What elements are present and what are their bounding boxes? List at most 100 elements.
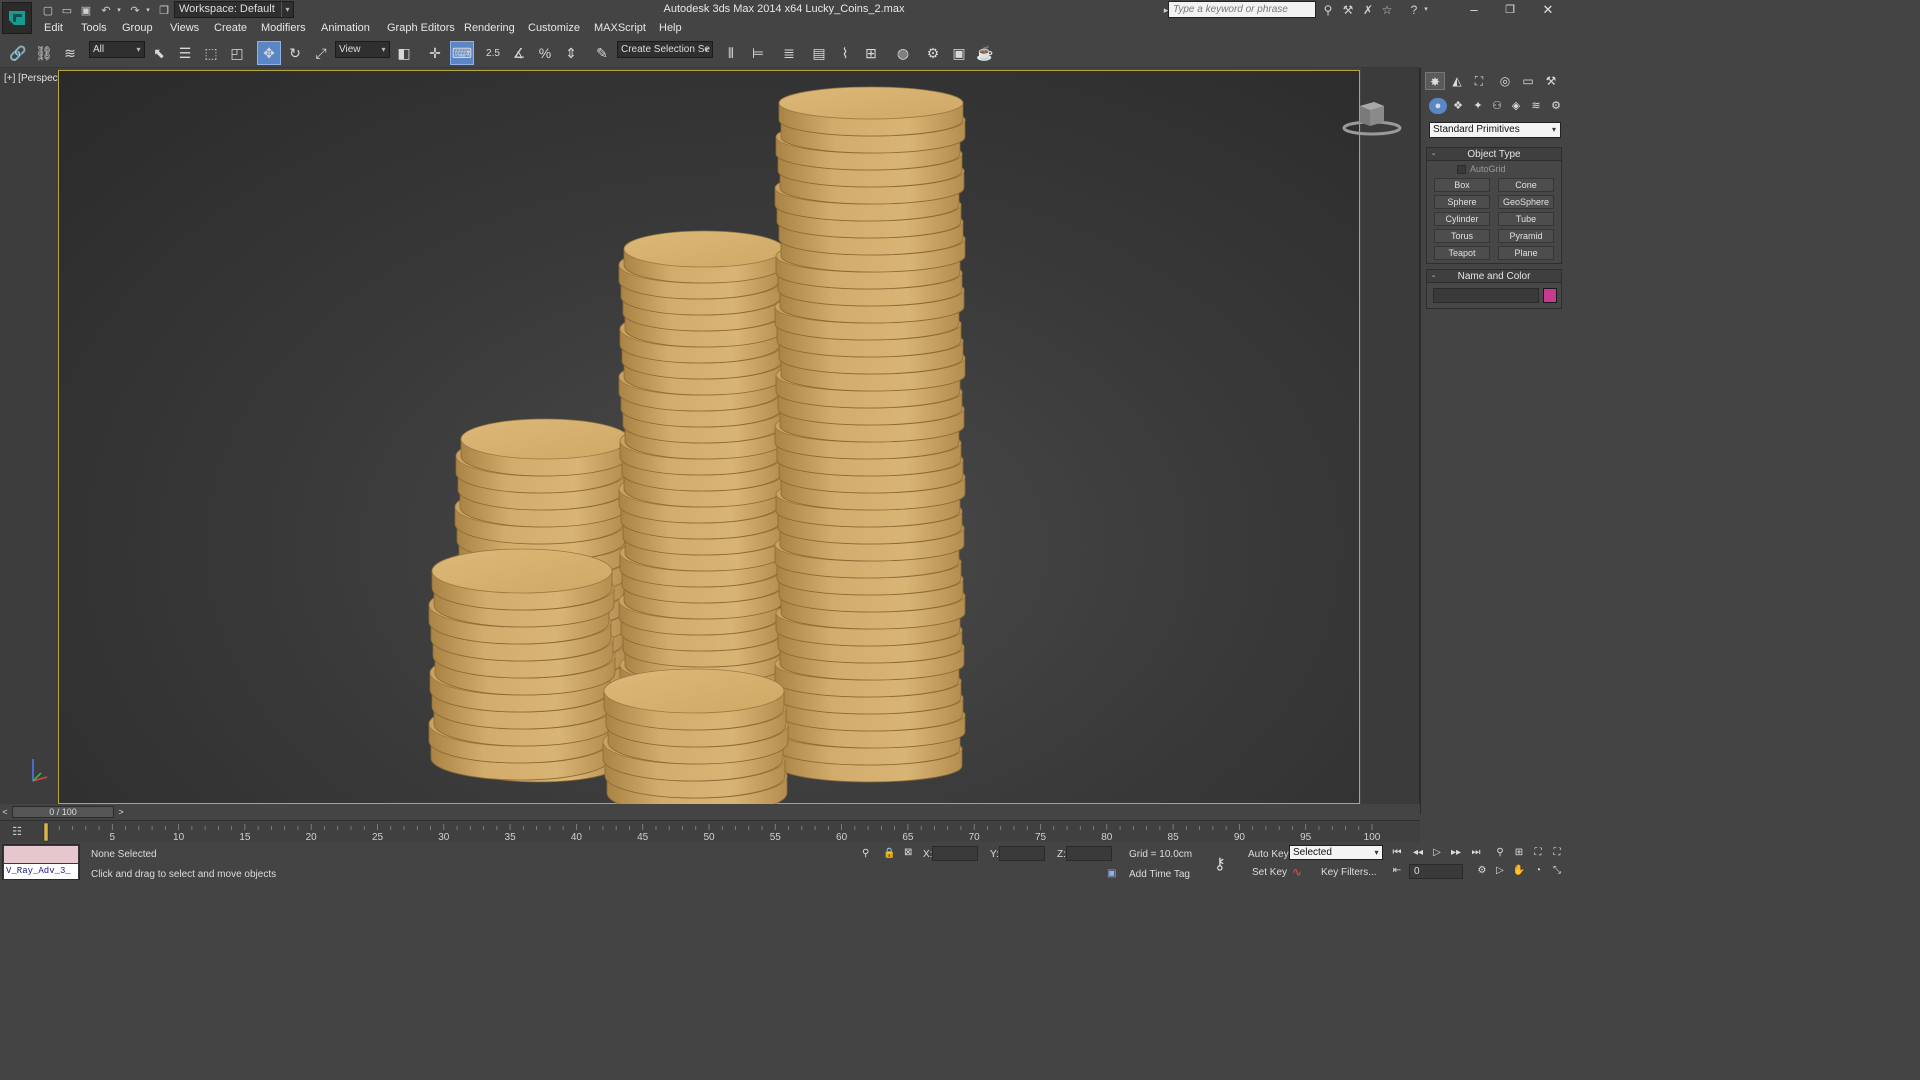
manipulate-icon[interactable]: ✛ (423, 41, 447, 65)
cameras-icon[interactable]: ⚇ (1488, 98, 1506, 114)
spinner-snap-icon[interactable]: ⇕ (559, 41, 583, 65)
plane-button[interactable]: Plane (1498, 246, 1554, 260)
percent-snap-icon[interactable]: % (533, 41, 557, 65)
menu-rendering[interactable]: Rendering (464, 22, 515, 34)
menu-group[interactable]: Group (122, 22, 153, 34)
add-time-tag[interactable]: Add Time Tag (1129, 869, 1190, 880)
render-setup-icon[interactable]: ⚙ (921, 41, 945, 65)
favorites-star-icon[interactable]: ☆ (1379, 2, 1395, 18)
new-file-icon[interactable]: ▢ (40, 2, 56, 18)
menu-tools[interactable]: Tools (81, 22, 107, 34)
key-curve-icon[interactable]: ∿ (1292, 865, 1302, 879)
pivot-center-icon[interactable]: ◧ (392, 41, 416, 65)
lock-selection-icon[interactable]: 🔒 (883, 848, 895, 859)
torus-button[interactable]: Torus (1434, 229, 1490, 243)
box-button[interactable]: Box (1434, 178, 1490, 192)
select-by-name-icon[interactable]: ☰ (173, 41, 197, 65)
set-key-button[interactable]: Set Key (1252, 867, 1287, 878)
isolate-selection-icon[interactable]: ⚲ (862, 848, 869, 859)
time-tag-icon[interactable]: ▣ (1107, 868, 1116, 879)
bind-to-space-warp-icon[interactable]: ≋ (58, 41, 82, 65)
z-coordinate-field[interactable] (1066, 846, 1112, 861)
menu-modifiers[interactable]: Modifiers (261, 22, 306, 34)
menu-animation[interactable]: Animation (321, 22, 370, 34)
perspective-viewport[interactable] (32, 70, 1360, 805)
tube-button[interactable]: Tube (1498, 212, 1554, 226)
previous-frame-arrow-icon[interactable]: < (0, 804, 10, 820)
unlink-selection-icon[interactable]: ⛓ (32, 41, 56, 65)
undo-dropdown-icon[interactable]: ▾ (115, 2, 123, 18)
schematic-view-icon[interactable]: ⊞ (859, 41, 883, 65)
project-folder-icon[interactable]: ❐ (156, 2, 172, 18)
viewcube-icon[interactable] (1340, 98, 1404, 142)
zoom-extents-all-icon[interactable]: ⛶ (1549, 845, 1565, 861)
display-tab-icon[interactable]: ▭ (1518, 72, 1538, 90)
helpers-icon[interactable]: ◈ (1507, 98, 1525, 114)
hierarchy-tab-icon[interactable]: ⛶ (1469, 72, 1489, 90)
next-frame-arrow-icon[interactable]: > (116, 804, 126, 820)
pyramid-button[interactable]: Pyramid (1498, 229, 1554, 243)
lights-icon[interactable]: ✦ (1469, 98, 1487, 114)
menu-help[interactable]: Help (659, 22, 682, 34)
restore-button[interactable]: ❐ (1492, 0, 1528, 20)
keyboard-shortcut-override-icon[interactable]: ⌨ (450, 41, 474, 65)
cylinder-button[interactable]: Cylinder (1434, 212, 1490, 226)
x-coordinate-field[interactable] (932, 846, 978, 861)
name-and-color-header[interactable]: - Name and Color (1427, 270, 1561, 283)
play-icon[interactable]: ▷ (1429, 845, 1445, 861)
pan-view-icon[interactable]: ✋ (1511, 863, 1527, 879)
zoom-extents-icon[interactable]: ⛶ (1530, 845, 1546, 861)
angle-snap-icon[interactable]: ∡ (507, 41, 531, 65)
shapes-icon[interactable]: ❖ (1449, 98, 1467, 114)
maxscript-input[interactable]: V_Ray_Adv_3_ (4, 864, 78, 879)
edit-named-selection-icon[interactable]: ✎ (590, 41, 614, 65)
maxscript-listener[interactable]: V_Ray_Adv_3_ (2, 844, 80, 880)
menu-edit[interactable]: Edit (44, 22, 63, 34)
coin-stack[interactable] (774, 86, 966, 783)
y-coordinate-field[interactable] (999, 846, 1045, 861)
geometry-icon[interactable]: ● (1429, 98, 1447, 114)
reference-coordinate-dropdown[interactable]: View ▾ (335, 41, 390, 58)
redo-dropdown-icon[interactable]: ▾ (144, 2, 152, 18)
orbit-icon[interactable]: ◔ (1530, 863, 1546, 879)
selection-filter-dropdown[interactable]: All ▾ (89, 41, 145, 58)
select-and-scale-icon[interactable]: ⤢ (309, 41, 333, 65)
graphite-ribbon-icon[interactable]: ▤ (807, 41, 831, 65)
menu-create[interactable]: Create (214, 22, 247, 34)
time-slider[interactable]: 0 / 100 (12, 806, 114, 818)
snaps-toggle-icon[interactable]: 2.5 (481, 41, 505, 65)
track-bar[interactable]: ☷ 5 10 15 20 25 30 35 40 45 50 55 60 65 70 75 80 85 90 95 1… (0, 820, 1420, 843)
go-to-start-icon[interactable]: ⏮ (1389, 845, 1405, 861)
select-and-move-icon[interactable]: ✥ (257, 41, 281, 65)
primitive-category-dropdown[interactable]: Standard Primitives ▾ (1429, 122, 1561, 138)
modify-tab-icon[interactable]: ◭ (1447, 72, 1467, 90)
key-filters-button[interactable]: Key Filters... (1321, 867, 1377, 878)
next-frame-icon[interactable]: ▸▸ (1448, 845, 1464, 861)
select-and-rotate-icon[interactable]: ↻ (283, 41, 307, 65)
save-file-icon[interactable]: ▣ (78, 2, 94, 18)
rendered-frame-window-icon[interactable]: ▣ (947, 41, 971, 65)
geosphere-button[interactable]: GeoSphere (1498, 195, 1554, 209)
layer-manager-icon[interactable]: ≣ (777, 41, 801, 65)
open-file-icon[interactable]: ▭ (59, 2, 75, 18)
time-cursor[interactable] (43, 822, 49, 842)
rectangular-selection-icon[interactable]: ⬚ (199, 41, 223, 65)
previous-frame-icon[interactable]: ◂◂ (1410, 845, 1426, 861)
material-editor-icon[interactable]: ◍ (891, 41, 915, 65)
go-to-end-icon[interactable]: ⏭ (1468, 845, 1484, 861)
coin-stack[interactable] (602, 668, 789, 805)
mirror-icon[interactable]: ⫴ (719, 41, 743, 65)
undo-icon[interactable]: ↶ (98, 2, 114, 18)
object-type-header[interactable]: - Object Type (1427, 148, 1561, 161)
utilities-tab-icon[interactable]: ⚒ (1541, 72, 1561, 90)
object-name-field[interactable] (1433, 288, 1539, 303)
window-crossing-icon[interactable]: ◰ (225, 41, 249, 65)
select-object-icon[interactable]: ⬉ (147, 41, 171, 65)
menu-customize[interactable]: Customize (528, 22, 580, 34)
create-tab-icon[interactable]: ✸ (1425, 72, 1445, 90)
help-dropdown-icon[interactable]: ▾ (1422, 2, 1430, 18)
coin-stack[interactable] (618, 230, 786, 700)
space-warps-icon[interactable]: ≋ (1527, 98, 1545, 114)
search-input[interactable]: Type a keyword or phrase (1168, 1, 1316, 18)
zoom-all-icon[interactable]: ⊞ (1511, 845, 1527, 861)
